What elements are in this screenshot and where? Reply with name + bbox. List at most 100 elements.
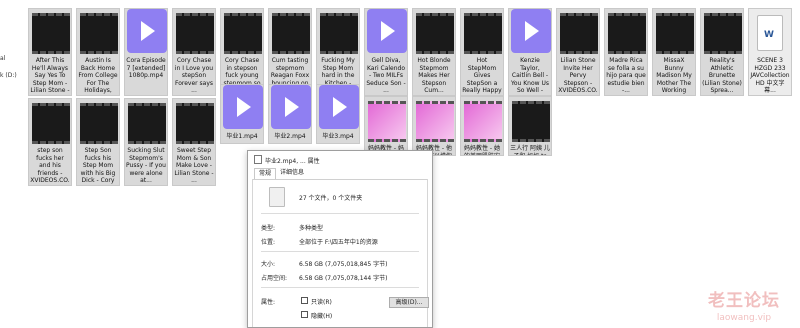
type-value: 多种类型 <box>299 225 324 232</box>
size-label: 大小: <box>261 261 276 268</box>
file-name: Kenzie Taylor, Caitlin Bell - You Know U… <box>511 57 549 95</box>
file-tile[interactable]: Cory Chase in stepson fuck young stepmom… <box>220 8 264 96</box>
file-name: Step Son fucks his Step Mom with his Big… <box>80 147 116 185</box>
file-tile[interactable]: 毕业1.mp4 <box>220 84 264 144</box>
video-thumbnail <box>656 13 694 54</box>
video-app-icon <box>511 9 551 53</box>
video-app-icon <box>223 85 263 129</box>
file-tile[interactable]: 妈妈教性 - 他终于可以摸你的膝盖了 .ts <box>412 96 456 156</box>
file-tile[interactable]: Sweet Step Mom & Son Make Love - Lilian … <box>172 98 216 186</box>
video-app-icon <box>271 85 311 129</box>
video-thumbnail <box>320 13 358 54</box>
video-thumbnail <box>80 103 118 144</box>
file-tile[interactable]: MissaX Bunny Madison My Mother The Worki… <box>652 8 696 96</box>
file-name: step son fucks her and his friends - XVI… <box>30 147 70 185</box>
file-name: After This He'll Always Say Yes To Step … <box>30 57 70 94</box>
file-tile[interactable]: 毕业3.mp4 <box>316 84 360 144</box>
file-tile[interactable]: Lilian Stone Invite Her Pervy Stepson - … <box>556 8 600 96</box>
file-name: Austin Is Back Home From College For The… <box>78 57 118 95</box>
video-thumbnail <box>464 13 502 54</box>
file-tile[interactable]: Madre Rica se folla a su hijo para que e… <box>604 8 648 96</box>
video-app-icon <box>367 9 407 53</box>
video-app-icon <box>319 85 359 129</box>
video-thumbnail <box>32 13 70 54</box>
file-tile[interactable]: Kenzie Taylor, Caitlin Bell - You Know U… <box>508 8 552 96</box>
divider <box>261 287 419 288</box>
video-thumbnail <box>128 103 166 144</box>
file-tile[interactable]: Sucking Slut Stepmom's Pussy - If you we… <box>124 98 168 186</box>
readonly-checkbox[interactable] <box>301 297 308 304</box>
video-thumbnail <box>272 13 310 54</box>
watermark: 老王论坛 laowang.vip <box>708 286 780 323</box>
file-tile[interactable]: Reality's Athletic Brunette (Lilian Ston… <box>700 8 744 96</box>
file-tile[interactable]: After This He'll Always Say Yes To Step … <box>28 8 72 96</box>
file-name: 毕业2.mp4 <box>274 133 306 140</box>
video-thumbnail <box>80 13 118 54</box>
video-thumbnail <box>512 101 550 142</box>
hidden-checkbox[interactable] <box>301 311 308 318</box>
video-thumbnail <box>416 13 454 54</box>
file-tile[interactable]: Gell Diva, Kari Calendo - Two MILFs Sedu… <box>364 8 408 96</box>
video-thumbnail <box>368 101 406 142</box>
advanced-button[interactable]: 高级(D)... <box>389 297 429 308</box>
size-on-disk-value: 6.58 GB (7,075,078,144 字节) <box>299 275 388 282</box>
file-tile[interactable]: Hot Blonde Stepmom Makes Her Stepson Cum… <box>412 8 456 96</box>
file-tile[interactable]: 三人行 阿姨 儿子和 妈妈.ts <box>508 96 552 156</box>
file-tile[interactable]: 毕业2.mp4 <box>268 84 312 144</box>
file-name: Gell Diva, Kari Calendo - Two MILFs Sedu… <box>366 57 406 94</box>
file-tile[interactable]: Cory Chase in I Love you stepSon Forever… <box>172 8 216 96</box>
file-tile[interactable]: Hot StepMom Gives StepSon a Really Happy… <box>460 8 504 96</box>
divider <box>261 213 419 214</box>
file-tile[interactable]: Fucking My Step Mom hard in the Kitchen … <box>316 8 360 96</box>
file-name: Sucking Slut Stepmom's Pussy - If you we… <box>126 147 166 184</box>
attributes-label: 属性: <box>261 299 276 306</box>
file-tile[interactable]: Cum tasting stepmom Reagan Foxx bouncing… <box>268 8 312 96</box>
file-name: Reality's Athletic Brunette (Lilian Ston… <box>702 57 742 94</box>
tab-general[interactable]: 常规 <box>254 168 277 179</box>
location-value: 全部位于 F:\四五年中1的资源 <box>299 239 378 246</box>
file-name: Hot StepMom Gives StepSon a Really Happy… <box>462 57 502 95</box>
selection-summary: 27 个文件，0 个文件夹 <box>299 195 363 202</box>
file-name: Cory Chase in I Love you stepSon Forever… <box>174 57 214 94</box>
size-on-disk-label: 占用空间: <box>261 275 288 282</box>
file-name: Hot Blonde Stepmom Makes Her Stepson Cum… <box>417 57 451 94</box>
file-tile[interactable]: Cora Episode 7 [extended] 1080p.mp4 <box>124 8 168 96</box>
video-thumbnail <box>416 101 454 142</box>
video-thumbnail <box>608 13 646 54</box>
multi-file-icon <box>269 187 285 207</box>
file-name: 三人行 阿姨 儿子和 妈妈.ts <box>510 145 550 156</box>
file-name: Cora Episode 7 [extended] 1080p.mp4 <box>126 57 166 79</box>
file-tile[interactable]: SCENE 3 HZGD 233 JAVCollectionHD 中文字幕... <box>748 8 792 96</box>
watermark-url: laowang.vip <box>716 313 772 323</box>
divider <box>261 251 419 252</box>
video-thumbnail <box>32 103 70 144</box>
hidden-label: 隐藏(H) <box>311 313 333 320</box>
tab-details[interactable]: 详细信息 <box>276 168 308 178</box>
file-icon <box>254 155 262 164</box>
file-tile[interactable]: 妈妈教性 - 她的美丽肌肤宏想抱你的奶子.ts <box>460 96 504 156</box>
file-name: MissaX Bunny Madison My Mother The Worki… <box>656 57 692 95</box>
file-name: Madre Rica se folla a su hijo para que e… <box>606 57 646 94</box>
video-thumbnail <box>704 13 742 54</box>
video-thumbnail <box>560 13 598 54</box>
video-thumbnail <box>464 101 502 142</box>
location-label: 位置: <box>261 239 276 246</box>
watermark-text: 老王论坛 <box>708 291 780 311</box>
readonly-label: 只读(R) <box>311 299 332 306</box>
video-thumbnail <box>224 13 262 54</box>
file-name: SCENE 3 HZGD 233 JAVCollectionHD 中文字幕... <box>750 57 790 94</box>
size-value: 6.58 GB (7,075,018,845 字节) <box>299 261 388 268</box>
file-name: 毕业3.mp4 <box>322 133 354 140</box>
video-thumbnail <box>176 103 214 144</box>
file-tile[interactable]: Austin Is Back Home From College For The… <box>76 8 120 96</box>
file-name: Lilian Stone Invite Her Pervy Stepson - … <box>558 57 598 95</box>
video-app-icon <box>127 9 167 53</box>
type-label: 类型: <box>261 225 276 232</box>
file-name: 妈妈教性 - 她的美丽肌肤宏想抱你的奶子.ts <box>463 145 500 156</box>
video-thumbnail <box>176 13 214 54</box>
file-tile[interactable]: step son fucks her and his friends - XVI… <box>28 98 72 186</box>
file-tile[interactable]: Step Son fucks his Step Mom with his Big… <box>76 98 120 186</box>
properties-dialog: 毕业2.mp4, ... 属性 常规 详细信息 27 个文件，0 个文件夹 类型… <box>247 150 433 328</box>
file-tile[interactable]: 妈妈教性 - 妈妈教儿子怎麼激發你的魅惑.ts <box>364 96 408 156</box>
file-name: Sweet Step Mom & Son Make Love - Lilian … <box>174 147 214 184</box>
